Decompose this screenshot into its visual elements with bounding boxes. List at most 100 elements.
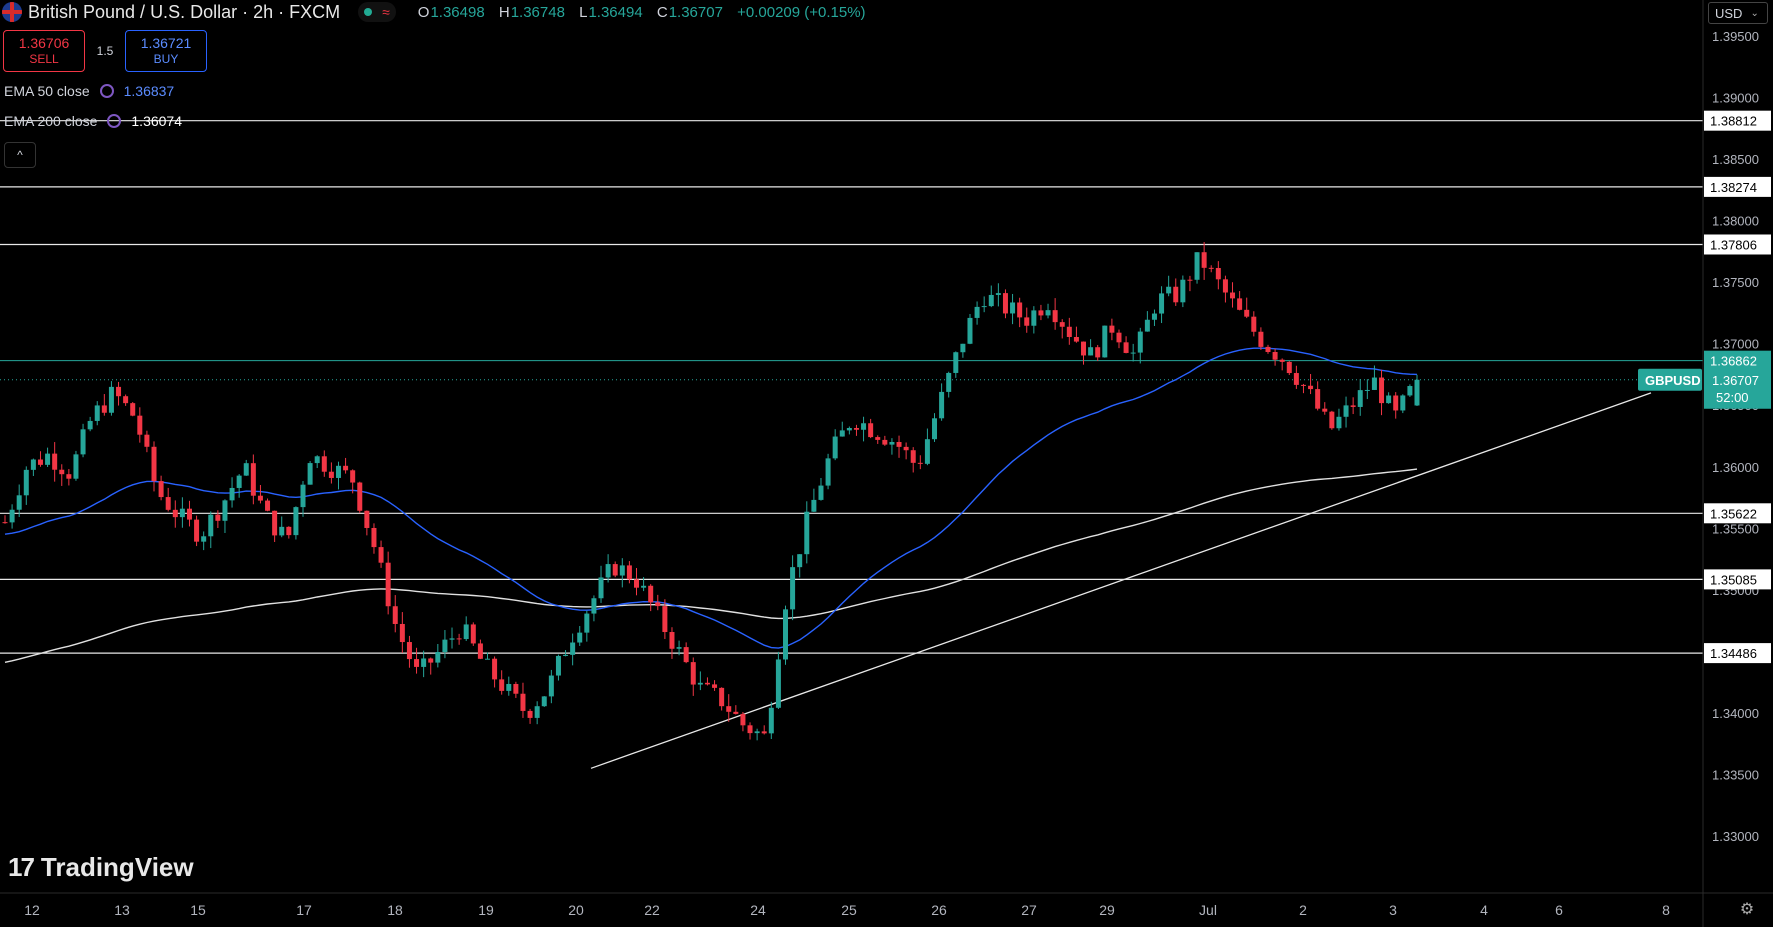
- candle-body: [463, 624, 469, 640]
- level-tag-label: 1.35085: [1710, 572, 1757, 587]
- candle-body: [683, 647, 689, 663]
- candle-body: [492, 658, 498, 680]
- candle-body: [1400, 395, 1406, 411]
- candle-body: [825, 458, 831, 486]
- x-tick-label: 29: [1099, 902, 1115, 918]
- candle-body: [179, 508, 185, 518]
- close-value: 1.36707: [668, 3, 723, 21]
- candle-body: [1073, 336, 1079, 342]
- y-tick-label: 1.35500: [1712, 521, 1759, 536]
- candle-body: [215, 514, 221, 521]
- x-tick-label: 26: [931, 902, 947, 918]
- level-tag-label: 1.38812: [1710, 114, 1757, 129]
- indicator-ema-200[interactable]: EMA 200 close 1.36074: [4, 113, 182, 129]
- candle-body: [534, 706, 540, 718]
- trade-panel: 1.36706 SELL 1.5 1.36721 BUY: [3, 30, 207, 72]
- candle-body: [87, 420, 93, 430]
- open-value: 1.36498: [430, 3, 485, 21]
- candle-body: [1329, 411, 1335, 429]
- buy-button[interactable]: 1.36721 BUY: [125, 30, 207, 72]
- ohlc-readout: O1.36498 H1.36748 L1.36494 C1.36707 +0.0…: [418, 4, 866, 21]
- candle-body: [598, 577, 604, 599]
- candle-body: [797, 554, 803, 568]
- collapse-legend-button[interactable]: ^: [4, 142, 36, 168]
- sell-label: SELL: [29, 52, 59, 66]
- candle-body: [527, 710, 533, 718]
- candle-body: [1173, 286, 1179, 303]
- candle-body: [16, 495, 22, 510]
- candle-body: [513, 683, 519, 694]
- candle-body: [612, 564, 618, 576]
- candle-body: [541, 696, 547, 707]
- candle-body: [591, 598, 597, 614]
- candle-body: [1215, 268, 1221, 280]
- price-chart[interactable]: 1.39500 1.39000 1.38500 1.38000 1.37500 1.370…: [0, 0, 1773, 927]
- candle-body: [974, 306, 980, 318]
- candle-body: [995, 293, 1001, 295]
- candle-body: [868, 423, 874, 438]
- candle-body: [889, 441, 895, 445]
- x-tick-label: 12: [24, 902, 40, 918]
- chevron-up-icon: ^: [17, 148, 23, 162]
- x-tick-label: 3: [1389, 902, 1397, 918]
- tradingview-logo[interactable]: 17 TradingView: [8, 852, 194, 883]
- sell-button[interactable]: 1.36706 SELL: [3, 30, 85, 72]
- indicator-value: 1.36837: [123, 83, 175, 99]
- candle-body: [783, 609, 789, 660]
- candle-body: [208, 514, 214, 537]
- candle-body: [94, 405, 100, 421]
- candle-body: [960, 343, 966, 353]
- candle-body: [1357, 390, 1363, 407]
- candle-body: [428, 658, 434, 663]
- candle-body: [1343, 405, 1349, 417]
- candle-body: [719, 687, 725, 707]
- candle-body: [186, 508, 192, 520]
- loading-icon: [99, 84, 114, 98]
- candle-body: [775, 659, 781, 708]
- candle-body: [307, 463, 313, 485]
- candle-body: [1258, 331, 1264, 347]
- currency-select[interactable]: USD ⌄: [1708, 2, 1768, 24]
- high-value: 1.36748: [510, 3, 565, 21]
- x-tick-label: 4: [1480, 902, 1488, 918]
- chart-header: British Pound / U.S. Dollar · 2h · FXCM …: [0, 0, 866, 24]
- candle-body: [2, 522, 8, 524]
- candle-body: [144, 434, 150, 447]
- close-label: C: [656, 3, 668, 21]
- candle-body: [1137, 331, 1143, 353]
- candle-body: [52, 453, 58, 470]
- candle-body: [988, 294, 994, 307]
- candle-body: [563, 654, 569, 656]
- market-status[interactable]: ≈: [358, 2, 396, 22]
- gear-icon[interactable]: ⚙: [1738, 901, 1756, 919]
- candle-body: [1393, 395, 1399, 411]
- candle-body: [484, 658, 490, 660]
- candle-body: [194, 519, 200, 542]
- candle-body: [818, 485, 824, 500]
- candle-body: [1237, 298, 1243, 310]
- candle-body: [1095, 347, 1101, 358]
- x-tick-label: 18: [387, 902, 403, 918]
- candle-body: [1244, 309, 1250, 317]
- candle-body: [406, 642, 412, 660]
- candle-body: [30, 459, 36, 470]
- candle-body: [1265, 346, 1271, 352]
- indicator-value: 1.36074: [131, 113, 182, 129]
- candle-body: [605, 564, 611, 578]
- symbol-title[interactable]: British Pound / U.S. Dollar · 2h · FXCM: [28, 2, 340, 23]
- candle-body: [335, 465, 341, 478]
- candle-body: [832, 436, 838, 459]
- candle-body: [853, 428, 859, 430]
- candle-body: [655, 602, 661, 607]
- candle-body: [328, 471, 334, 478]
- candle-body: [953, 352, 959, 373]
- indicator-ema-50[interactable]: EMA 50 close 1.36837: [4, 83, 174, 99]
- price-tag-label: 1.36707: [1712, 373, 1759, 388]
- tradingview-logo-icon: 17: [8, 852, 35, 882]
- candle-body: [414, 659, 420, 667]
- candle-body: [917, 462, 923, 464]
- level-tag-label: 1.37806: [1710, 237, 1757, 252]
- candle-body: [946, 372, 952, 392]
- candle-body: [1081, 341, 1087, 356]
- candle-body: [222, 500, 228, 521]
